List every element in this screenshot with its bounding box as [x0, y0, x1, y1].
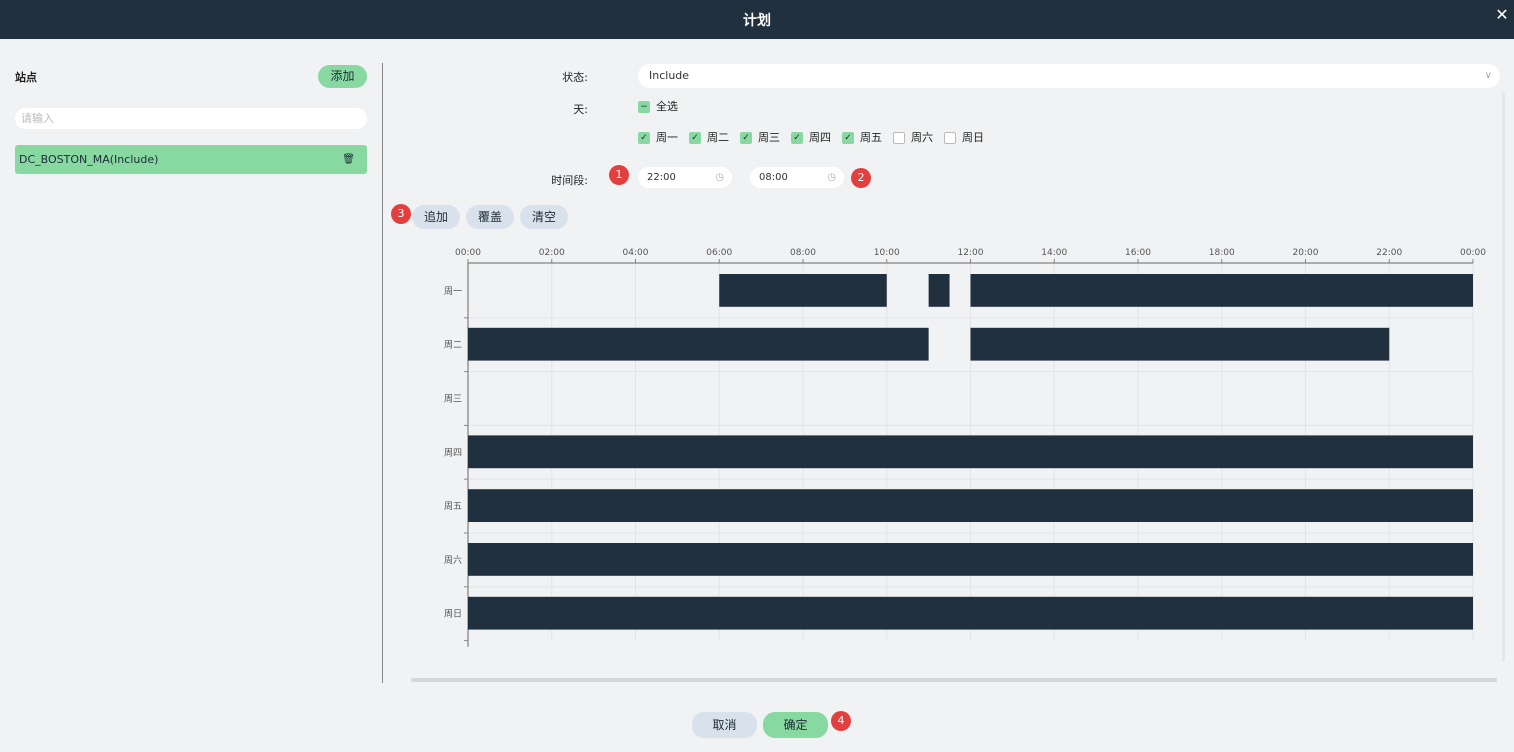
x-tick-label: 00:00	[455, 248, 481, 258]
clock-icon: ◷	[715, 172, 724, 183]
x-tick-label: 02:00	[539, 248, 565, 258]
schedule-bar	[928, 274, 950, 307]
site-list-item[interactable]: DC_BOSTON_MA(Include) 🗑	[15, 145, 367, 174]
clock-icon: ◷	[827, 172, 836, 183]
x-tick-label: 12:00	[958, 248, 984, 258]
add-site-button[interactable]: 添加	[318, 65, 367, 88]
status-select-value: Include	[649, 69, 690, 82]
schedule-bar	[468, 596, 1473, 630]
day-checkbox-label: 周二	[707, 131, 729, 144]
day-checkbox-sat[interactable]: 周六	[893, 132, 933, 146]
day-checkbox-mon[interactable]: ✓ 周一	[638, 132, 678, 146]
x-tick-label: 04:00	[623, 248, 649, 258]
check-icon: ✓	[638, 132, 650, 144]
day-checkbox-label: 周五	[860, 131, 882, 144]
overwrite-button[interactable]: 覆盖	[466, 205, 514, 229]
day-checkbox-label: 周一	[656, 131, 678, 144]
time-range-label: 时间段:	[551, 174, 588, 187]
close-icon[interactable]: ✕	[1494, 7, 1510, 23]
day-checkbox-label: 周四	[809, 131, 831, 144]
x-tick-label: 16:00	[1125, 248, 1151, 258]
check-icon: ✓	[740, 132, 752, 144]
day-label: 天:	[573, 103, 588, 116]
y-tick-label: 周二	[444, 340, 462, 351]
schedule-bar	[468, 435, 1473, 469]
end-time-input[interactable]: 08:00 ◷	[750, 167, 844, 188]
indeterminate-icon: −	[638, 101, 650, 113]
schedule-bar	[719, 274, 887, 307]
cancel-button[interactable]: 取消	[692, 712, 757, 738]
check-icon: ✓	[689, 132, 701, 144]
select-all-checkbox[interactable]: − 全选	[638, 101, 678, 115]
step-badge-2: 2	[851, 168, 871, 188]
check-icon: ✓	[791, 132, 803, 144]
start-time-input[interactable]: 22:00 ◷	[638, 167, 732, 188]
schedule-bar	[970, 274, 1473, 307]
day-checkbox-label: 周日	[962, 131, 984, 144]
vertical-scrollbar[interactable]	[1502, 92, 1505, 662]
schedule-bar	[970, 327, 1390, 361]
clear-button[interactable]: 清空	[520, 205, 568, 229]
panel-divider	[382, 63, 383, 683]
y-tick-label: 周六	[444, 554, 462, 566]
select-all-label: 全选	[656, 100, 678, 113]
trash-icon[interactable]: 🗑	[342, 145, 355, 174]
site-search-input[interactable]	[15, 108, 367, 129]
day-checkbox-wed[interactable]: ✓ 周三	[740, 132, 780, 146]
day-checkbox-thu[interactable]: ✓ 周四	[791, 132, 831, 146]
schedule-bar	[468, 489, 1473, 522]
start-time-value: 22:00	[647, 172, 676, 183]
site-name: DC_BOSTON_MA(Include)	[19, 153, 159, 166]
x-tick-label: 18:00	[1209, 248, 1235, 258]
day-checkbox-tue[interactable]: ✓ 周二	[689, 132, 729, 146]
chevron-down-icon: ∨	[1484, 70, 1492, 81]
check-icon: ✓	[842, 132, 854, 144]
y-tick-label: 周一	[444, 286, 462, 297]
schedule-bar	[468, 543, 1473, 576]
end-time-value: 08:00	[759, 172, 788, 183]
site-panel: 站点 添加 DC_BOSTON_MA(Include) 🗑	[0, 39, 383, 689]
x-tick-label: 20:00	[1293, 248, 1319, 258]
horizontal-scrollbar[interactable]	[411, 678, 1497, 682]
confirm-button[interactable]: 确定	[763, 712, 828, 738]
y-tick-label: 周四	[444, 447, 462, 458]
day-checkbox-sun[interactable]: 周日	[944, 132, 984, 146]
y-tick-label: 周三	[444, 394, 462, 405]
append-button[interactable]: 追加	[412, 205, 460, 229]
day-checkbox-label: 周六	[911, 131, 933, 144]
status-label: 状态:	[562, 71, 588, 84]
y-tick-label: 周五	[444, 501, 462, 512]
schedule-bar	[468, 327, 929, 361]
step-badge-4: 4	[831, 711, 851, 731]
day-checkbox-fri[interactable]: ✓ 周五	[842, 132, 882, 146]
x-tick-label: 06:00	[706, 248, 732, 258]
day-checkbox-label: 周三	[758, 131, 780, 144]
x-tick-label: 00:00	[1460, 248, 1486, 258]
status-select[interactable]: Include ∨	[638, 64, 1500, 88]
x-tick-label: 22:00	[1376, 248, 1402, 258]
x-tick-label: 10:00	[874, 248, 900, 258]
step-badge-1: 1	[609, 165, 629, 185]
y-tick-label: 周日	[444, 609, 462, 620]
step-badge-3: 3	[391, 204, 411, 224]
dialog-header: 计划 ✕	[0, 0, 1514, 39]
x-tick-label: 14:00	[1041, 248, 1067, 258]
x-tick-label: 08:00	[790, 248, 816, 258]
dialog-title: 计划	[743, 13, 771, 29]
site-label: 站点	[15, 71, 37, 84]
